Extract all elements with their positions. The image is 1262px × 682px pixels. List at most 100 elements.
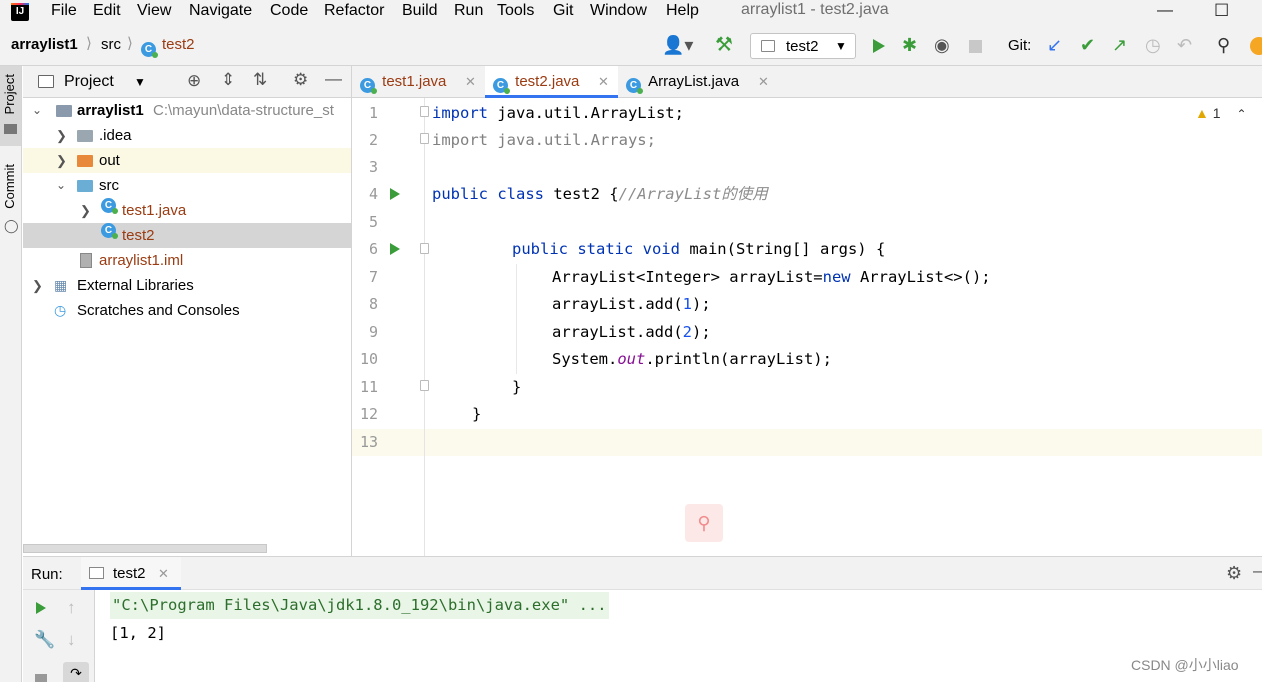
breadcrumb-project[interactable]: arraylist1 bbox=[11, 36, 78, 53]
breadcrumb-file[interactable]: test2 bbox=[162, 36, 195, 53]
tree-row-iml[interactable]: arraylist1.iml bbox=[23, 248, 351, 273]
menu-git[interactable]: Git bbox=[553, 1, 573, 21]
horizontal-scrollbar[interactable] bbox=[23, 544, 267, 553]
fold-icon[interactable] bbox=[420, 133, 429, 144]
locate-icon[interactable]: ⊕ bbox=[187, 71, 201, 91]
user-icon[interactable]: 👤▾ bbox=[662, 35, 693, 55]
menu-view[interactable]: View bbox=[137, 1, 171, 21]
code-line-9[interactable]: arrayList.add(2); bbox=[552, 319, 711, 346]
menu-help[interactable]: Help bbox=[666, 1, 699, 21]
menu-build[interactable]: Build bbox=[402, 1, 438, 21]
fold-icon[interactable] bbox=[420, 243, 429, 254]
run-tab-test2[interactable]: test2 ✕ bbox=[81, 557, 181, 590]
intellij-logo-icon: IJ bbox=[11, 3, 29, 21]
run-configuration-select[interactable]: test2 ▼ bbox=[750, 33, 856, 59]
debug-bug-icon[interactable]: ✱ bbox=[902, 35, 917, 55]
tab-test2[interactable]: C test2.java ✕ bbox=[485, 66, 618, 98]
warning-icon: ▲ bbox=[1195, 105, 1209, 121]
line-number: 9 bbox=[368, 323, 378, 341]
menu-file[interactable]: File bbox=[51, 1, 77, 21]
minimize-icon[interactable]: — bbox=[1157, 2, 1173, 20]
fold-icon[interactable] bbox=[420, 380, 429, 391]
update-icon[interactable] bbox=[1250, 37, 1262, 55]
arrow-down-icon[interactable]: ↓ bbox=[67, 630, 76, 650]
code-line-8[interactable]: arrayList.add(1); bbox=[552, 291, 711, 318]
close-icon[interactable]: ✕ bbox=[758, 66, 769, 98]
tree-row-src[interactable]: ⌄ src bbox=[23, 173, 351, 198]
chevron-right-icon[interactable]: ❯ bbox=[80, 198, 91, 223]
hide-panel-icon[interactable]: — bbox=[325, 69, 342, 89]
floating-search-icon[interactable]: ⚲ bbox=[685, 504, 723, 542]
code-line-4[interactable]: public class test2 {//ArrayList的使用 bbox=[432, 181, 768, 208]
rollback-icon[interactable]: ↶ bbox=[1177, 35, 1192, 55]
breadcrumb-src[interactable]: src bbox=[101, 36, 121, 53]
menu-run[interactable]: Run bbox=[454, 1, 483, 21]
git-commit-icon[interactable]: ✔ bbox=[1080, 35, 1095, 55]
menu-tools[interactable]: Tools bbox=[497, 1, 534, 21]
coverage-icon[interactable]: ◉ bbox=[934, 35, 950, 55]
code-line-6[interactable]: public static void main(String[] args) { bbox=[512, 236, 885, 263]
line-number: 5 bbox=[368, 213, 378, 231]
expand-all-icon[interactable]: ⇕ bbox=[221, 70, 235, 90]
tab-test1[interactable]: C test1.java ✕ bbox=[352, 66, 485, 98]
run-main-icon[interactable] bbox=[390, 243, 400, 255]
collapse-all-icon[interactable]: ⇅ bbox=[253, 70, 267, 90]
search-icon[interactable]: ⚲ bbox=[1217, 35, 1230, 55]
git-push-icon[interactable]: ↗ bbox=[1112, 35, 1127, 55]
maximize-icon[interactable]: ☐ bbox=[1214, 1, 1229, 21]
menu-navigate[interactable]: Navigate bbox=[189, 1, 252, 21]
gear-icon[interactable]: ⚙ bbox=[293, 70, 308, 90]
line-number: 3 bbox=[368, 158, 378, 176]
wrench-icon[interactable]: 🔧 bbox=[34, 630, 55, 650]
project-panel-title[interactable]: Project bbox=[64, 73, 114, 91]
window-title: arraylist1 - test2.java bbox=[741, 1, 889, 18]
hide-panel-icon[interactable]: — bbox=[1253, 561, 1262, 581]
code-line-7[interactable]: ArrayList<Integer> arrayList=new ArrayLi… bbox=[552, 264, 991, 291]
project-tool-tab[interactable]: Project bbox=[2, 74, 17, 114]
folder-icon bbox=[77, 130, 93, 142]
code-line-12[interactable]: } bbox=[472, 401, 481, 428]
chevron-right-icon[interactable]: ❯ bbox=[56, 123, 67, 148]
close-icon[interactable]: ✕ bbox=[158, 566, 169, 582]
chevron-down-icon[interactable]: ⌄ bbox=[56, 173, 66, 198]
menu-edit[interactable]: Edit bbox=[93, 1, 121, 21]
gear-icon[interactable]: ⚙ bbox=[1226, 563, 1242, 584]
code-line-2[interactable]: import java.util.Arrays; bbox=[432, 127, 656, 154]
code-token: System. bbox=[552, 350, 618, 368]
chevron-up-icon[interactable]: ⌃ bbox=[1236, 107, 1246, 121]
tree-row-libraries[interactable]: ❯ ▦ External Libraries bbox=[23, 273, 351, 298]
soft-wrap-icon[interactable]: ↷ bbox=[63, 662, 89, 682]
menu-code[interactable]: Code bbox=[270, 1, 308, 21]
tree-row-out[interactable]: ❯ out bbox=[23, 148, 351, 173]
rerun-icon[interactable] bbox=[36, 602, 46, 614]
run-button[interactable] bbox=[873, 37, 885, 57]
run-class-icon[interactable] bbox=[390, 188, 400, 200]
close-icon[interactable]: ✕ bbox=[598, 66, 609, 98]
code-line-1[interactable]: import java.util.ArrayList; bbox=[432, 100, 684, 127]
menu-refactor[interactable]: Refactor bbox=[324, 1, 384, 21]
chevron-right-icon[interactable]: ❯ bbox=[32, 273, 43, 298]
tree-row-idea[interactable]: ❯ .idea bbox=[23, 123, 351, 148]
tab-arraylist[interactable]: C ArrayList.java ✕ bbox=[618, 66, 778, 98]
arrow-up-icon[interactable]: ↑ bbox=[67, 598, 76, 618]
code-line-10[interactable]: System.out.println(arrayList); bbox=[552, 346, 832, 373]
chevron-right-icon[interactable]: ❯ bbox=[56, 148, 67, 173]
menu-window[interactable]: Window bbox=[590, 1, 647, 21]
stop-icon[interactable] bbox=[969, 40, 982, 53]
commit-tool-tab[interactable]: Commit bbox=[2, 164, 17, 209]
tree-row-test2[interactable]: C test2 bbox=[23, 223, 351, 248]
build-hammer-icon[interactable]: ⚒ bbox=[715, 35, 733, 55]
tree-row-project[interactable]: ⌄ arraylist1 C:\mayun\data-structure_st bbox=[23, 98, 351, 123]
chevron-down-icon[interactable]: ⌄ bbox=[32, 98, 42, 123]
stop-icon[interactable] bbox=[35, 674, 47, 682]
close-icon[interactable]: ✕ bbox=[465, 66, 476, 98]
chevron-down-icon[interactable]: ▼ bbox=[134, 75, 146, 89]
tree-row-scratches[interactable]: ◷ Scratches and Consoles bbox=[23, 298, 351, 323]
fold-icon[interactable] bbox=[420, 106, 429, 117]
line-number: 1 bbox=[368, 104, 378, 122]
code-line-11[interactable]: } bbox=[512, 374, 521, 401]
inspection-widget[interactable]: ▲ 1 ⌃ bbox=[1195, 105, 1247, 121]
tree-row-test1[interactable]: ❯ C test1.java bbox=[23, 198, 351, 223]
history-icon[interactable]: ◷ bbox=[1145, 35, 1161, 55]
git-update-icon[interactable]: ↙ bbox=[1047, 35, 1062, 55]
